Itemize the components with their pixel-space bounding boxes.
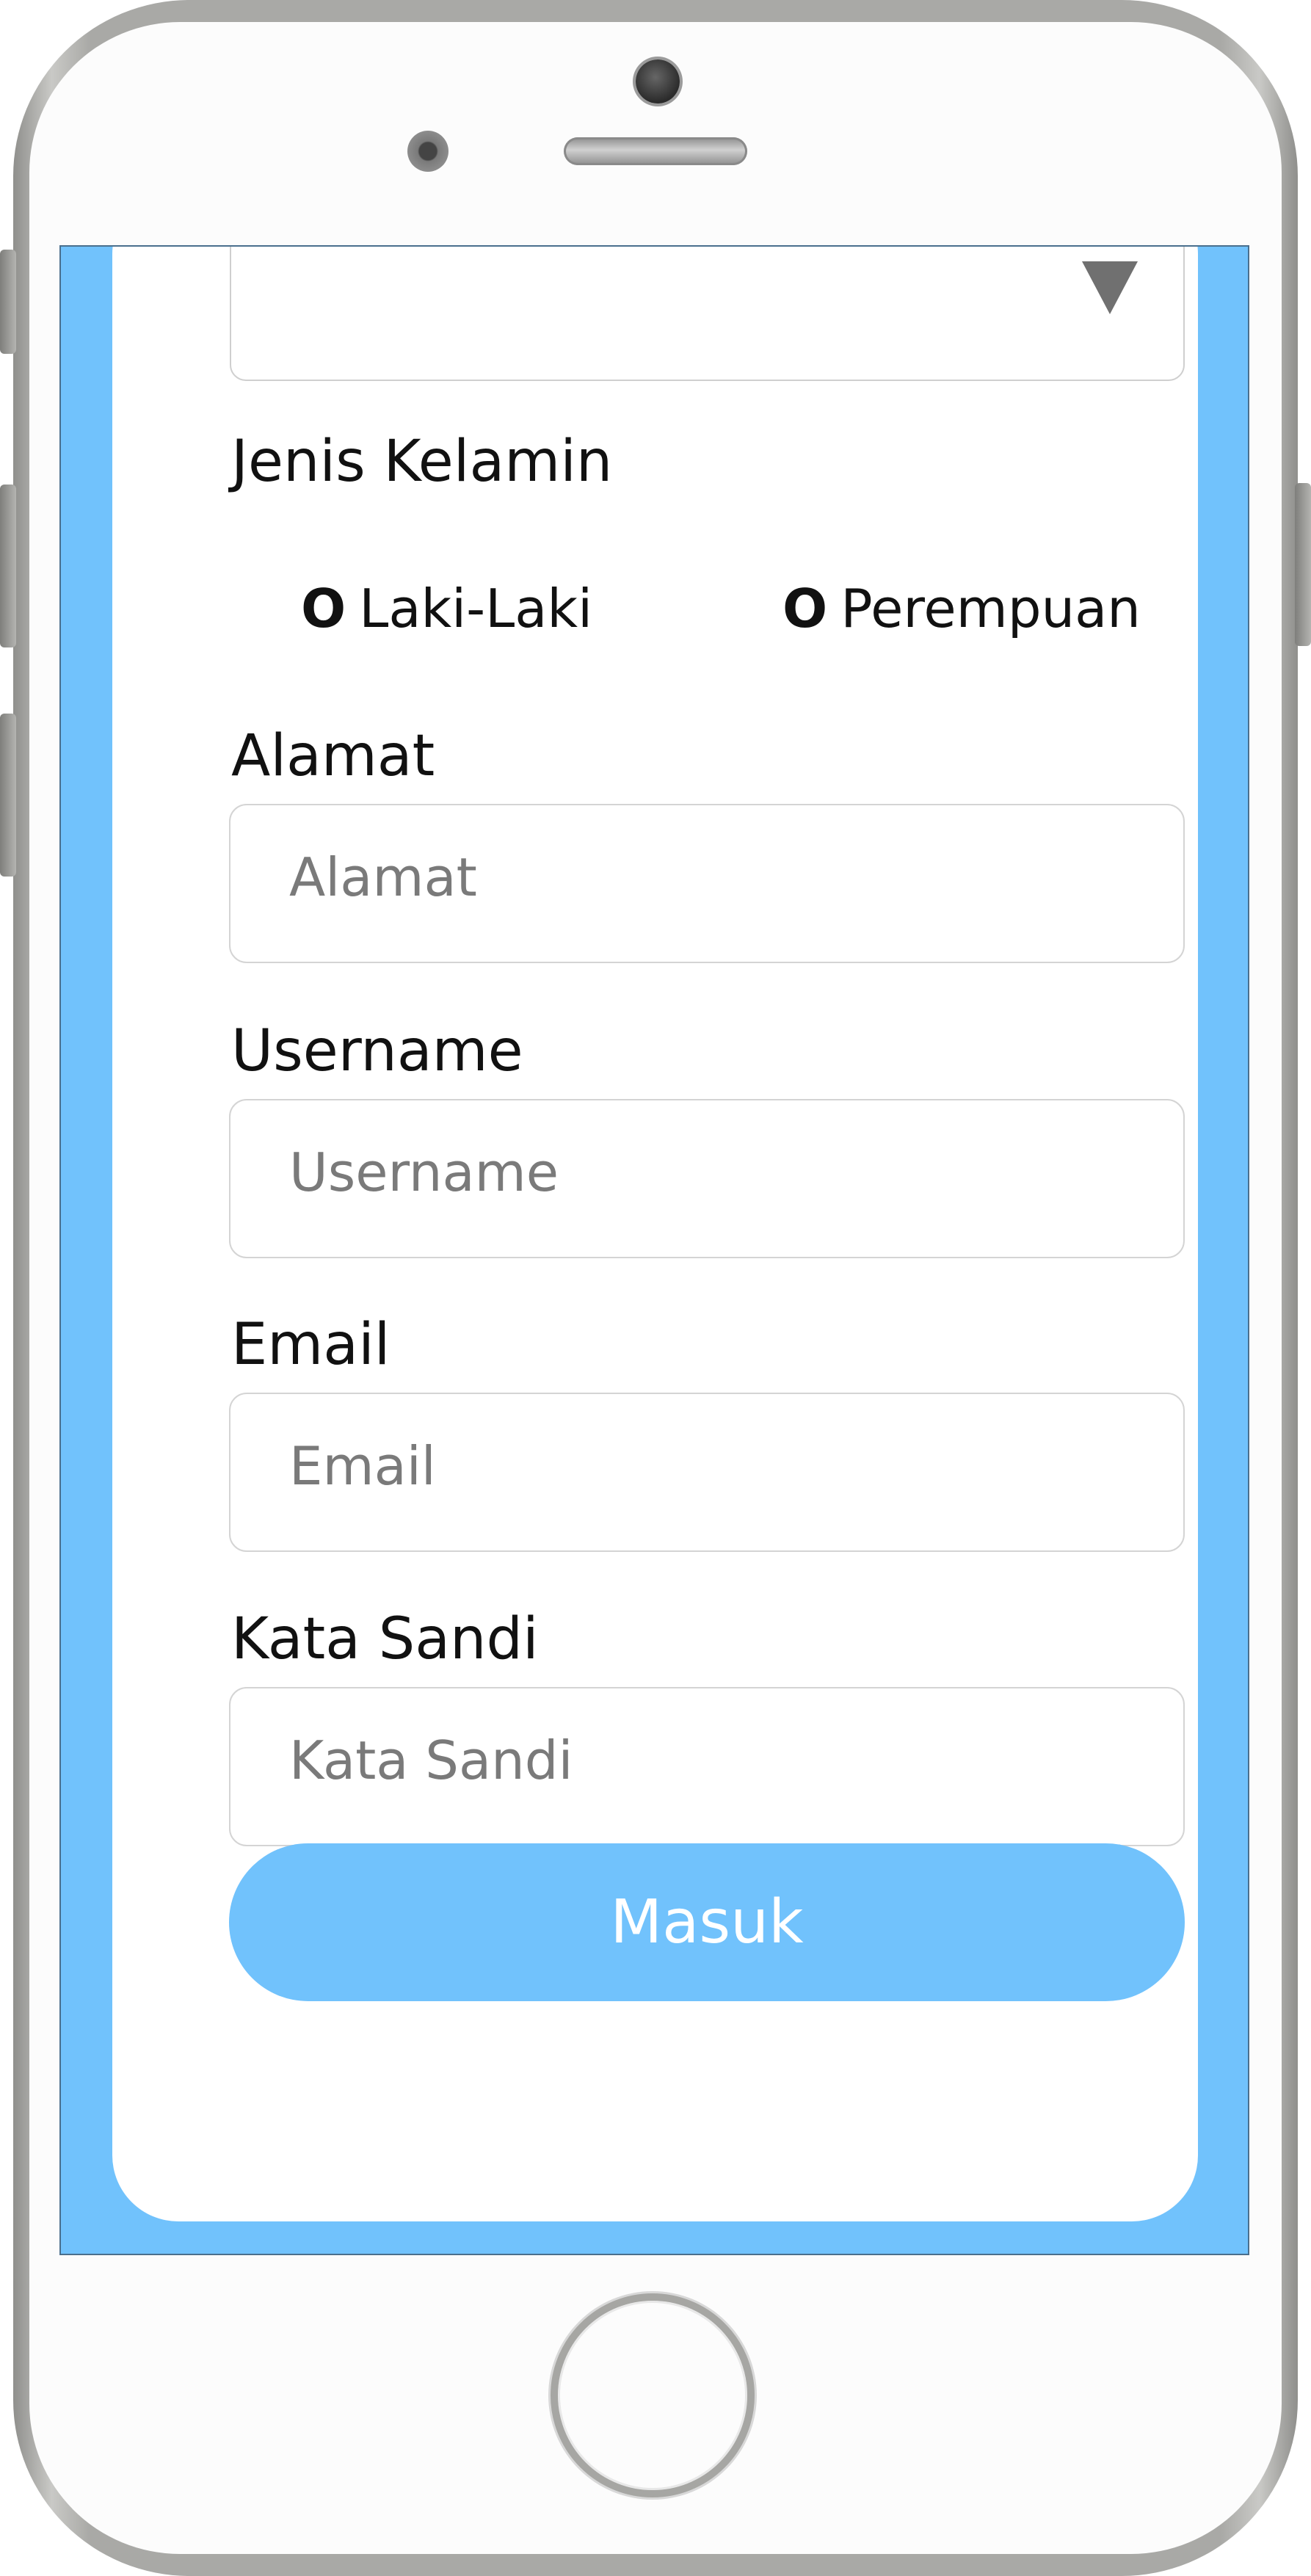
address-input[interactable]: Alamat xyxy=(229,804,1185,963)
volume-up-button xyxy=(0,485,16,647)
password-label: Kata Sandi xyxy=(231,1606,539,1672)
volume-down-button xyxy=(0,714,16,877)
address-placeholder: Alamat xyxy=(289,846,477,908)
radio-option-male[interactable]: O Laki-Laki xyxy=(301,582,592,635)
email-input[interactable]: Email xyxy=(229,1393,1185,1552)
username-placeholder: Username xyxy=(289,1142,559,1203)
proximity-sensor xyxy=(407,131,448,172)
address-label: Alamat xyxy=(231,723,435,789)
dropdown-select[interactable] xyxy=(230,247,1185,381)
radio-male-label: Laki-Laki xyxy=(359,578,593,639)
gender-label: Jenis Kelamin xyxy=(231,429,613,495)
power-button xyxy=(1295,483,1311,646)
earpiece-speaker xyxy=(564,137,747,165)
registration-card: Jenis Kelamin O Laki-Laki O Perempuan Alam… xyxy=(112,247,1198,2221)
radio-male-mark: O xyxy=(301,578,346,639)
radio-female-mark: O xyxy=(782,578,828,639)
username-label: Username xyxy=(231,1018,523,1084)
front-camera xyxy=(636,59,680,104)
radio-option-female[interactable]: O Perempuan xyxy=(782,582,1141,635)
home-button[interactable] xyxy=(551,2293,755,2497)
radio-female-label: Perempuan xyxy=(840,578,1141,639)
silent-switch xyxy=(0,250,16,354)
username-input[interactable]: Username xyxy=(229,1099,1185,1258)
triangle-down-icon xyxy=(1082,261,1138,314)
password-placeholder: Kata Sandi xyxy=(289,1730,573,1791)
submit-button[interactable]: Masuk xyxy=(229,1843,1185,2001)
email-label: Email xyxy=(231,1312,391,1378)
phone-screen: Jenis Kelamin O Laki-Laki O Perempuan Alam… xyxy=(59,245,1249,2255)
password-input[interactable]: Kata Sandi xyxy=(229,1687,1185,1846)
email-placeholder: Email xyxy=(289,1435,436,1497)
